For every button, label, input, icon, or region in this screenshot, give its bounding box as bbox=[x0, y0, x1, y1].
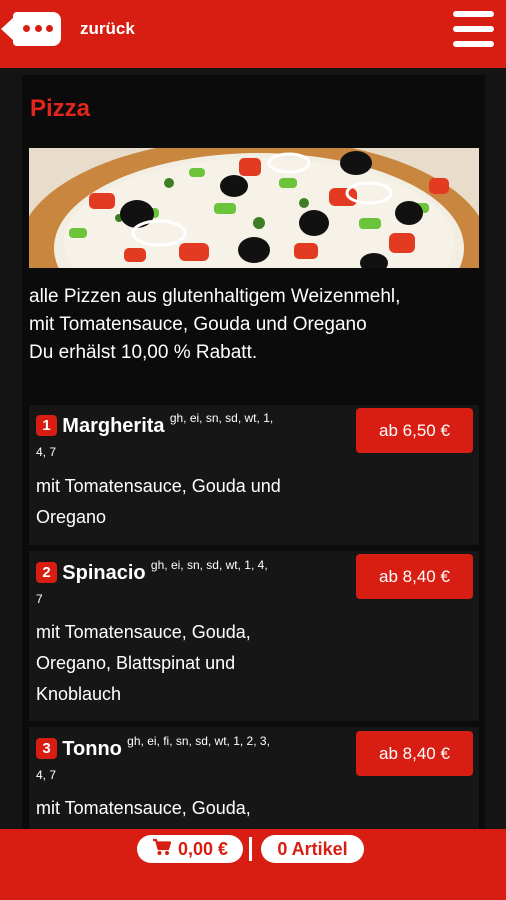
back-icon bbox=[23, 25, 53, 33]
item-name: Spinacio bbox=[62, 562, 146, 584]
item-allergens: gh, ei, sn, sd, wt, 1, 4, bbox=[150, 558, 268, 572]
category-title: Pizza bbox=[30, 95, 91, 122]
item-description-line: mit Tomatensauce, Gouda und bbox=[36, 476, 281, 496]
item-name: Tonno bbox=[62, 738, 122, 760]
item-allergens: gh, ei, sn, sd, wt, 1, bbox=[169, 411, 274, 425]
cart-count-button[interactable]: 0 Artikel bbox=[261, 835, 364, 863]
description-line: alle Pizzen aus glutenhaltigem Weizenmeh… bbox=[29, 286, 401, 307]
item-description-line: Oregano, Blattspinat und bbox=[36, 653, 236, 673]
cart-icon bbox=[152, 838, 172, 861]
description-line: Du erhälst 10,00 % Rabatt. bbox=[29, 342, 258, 363]
price-button[interactable]: ab 8,40 € bbox=[356, 731, 473, 776]
separator bbox=[249, 837, 252, 861]
item-number-badge: 2 bbox=[36, 562, 57, 583]
price-button[interactable]: ab 6,50 € bbox=[356, 408, 473, 453]
item-allergens-cont: 4, 7 bbox=[36, 768, 57, 782]
back-button[interactable] bbox=[1, 12, 61, 46]
pizza-image bbox=[29, 148, 479, 268]
item-description-line: mit Tomatensauce, Gouda, bbox=[36, 622, 251, 642]
menu-item[interactable]: 3 Tonno gh, ei, fi, sn, sd, wt, 1, 2, 3,… bbox=[29, 727, 479, 830]
item-header: 3 Tonno gh, ei, fi, sn, sd, wt, 1, 2, 3,… bbox=[36, 730, 336, 786]
item-allergens-cont: 7 bbox=[36, 592, 43, 606]
item-description: mit Tomatensauce, Gouda und Oregano bbox=[36, 471, 336, 533]
item-allergens-cont: 4, 7 bbox=[36, 445, 57, 459]
item-description: mit Tomatensauce, Gouda, Oregano, Blatts… bbox=[36, 617, 336, 710]
item-header: 1 Margherita gh, ei, sn, sd, wt, 1, 4, 7 bbox=[36, 407, 336, 463]
item-description-line: mit Tomatensauce, Gouda, bbox=[36, 798, 251, 818]
menu-content: Pizza alle Pizzen aus glutenhaltigem Wei… bbox=[22, 75, 485, 830]
back-label[interactable]: zurück bbox=[80, 19, 135, 39]
bottom-bar: 0,00 € 0 Artikel bbox=[0, 829, 506, 900]
cart-total-button[interactable]: 0,00 € bbox=[137, 835, 243, 863]
cart-total: 0,00 € bbox=[177, 838, 229, 859]
item-allergens: gh, ei, fi, sn, sd, wt, 1, 2, 3, bbox=[127, 734, 270, 748]
item-name: Margherita bbox=[62, 415, 165, 437]
hamburger-menu-icon[interactable] bbox=[453, 11, 494, 47]
item-description-line: Oregano bbox=[36, 507, 107, 527]
menu-item[interactable]: 2 Spinacio gh, ei, sn, sd, wt, 1, 4, 7 m… bbox=[29, 551, 479, 721]
price-button[interactable]: ab 8,40 € bbox=[356, 554, 473, 599]
item-description: mit Tomatensauce, Gouda, bbox=[36, 793, 336, 824]
item-header: 2 Spinacio gh, ei, sn, sd, wt, 1, 4, 7 bbox=[36, 554, 336, 610]
category-description: alle Pizzen aus glutenhaltigem Weizenmeh… bbox=[29, 283, 481, 367]
top-bar: zurück bbox=[0, 0, 506, 68]
menu-item[interactable]: 1 Margherita gh, ei, sn, sd, wt, 1, 4, 7… bbox=[29, 405, 479, 545]
item-number-badge: 1 bbox=[36, 415, 57, 436]
item-number-badge: 3 bbox=[36, 738, 57, 759]
item-description-line: Knoblauch bbox=[36, 684, 122, 704]
description-line: mit Tomatensauce, Gouda und Oregano bbox=[29, 314, 367, 335]
